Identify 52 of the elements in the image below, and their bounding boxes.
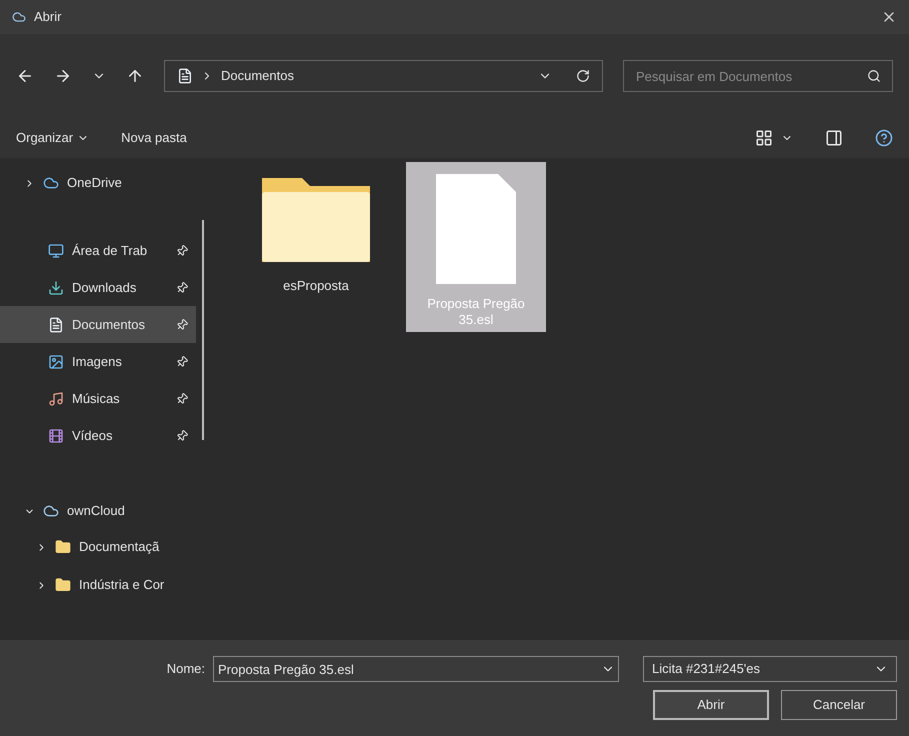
cloud-icon: [43, 503, 59, 519]
sidebar-item[interactable]: Documentaçã: [79, 537, 160, 557]
file-type-dropdown[interactable]: Licita #231#245'es: [643, 656, 897, 682]
dialog-button[interactable]: Abrir: [653, 690, 769, 720]
sidebar-item[interactable]: ownCloud: [67, 501, 125, 521]
film-icon: [48, 428, 64, 444]
view-icon[interactable]: [755, 129, 773, 147]
organize-menu[interactable]: Organizar: [16, 128, 90, 148]
file-name: esProposta: [282, 278, 350, 294]
dialog-button[interactable]: Cancelar: [781, 690, 897, 720]
monitor-icon: [48, 242, 64, 258]
sidebar-item[interactable]: Documentos: [0, 306, 196, 343]
sidebar-item[interactable]: Imagens: [0, 343, 196, 380]
sidebar-item[interactable]: Indústria e Cor: [79, 575, 164, 595]
sidebar-item[interactable]: Vídeos: [0, 417, 196, 454]
document-icon: [48, 316, 64, 332]
preview-pane-icon[interactable]: [825, 129, 843, 147]
sidebar-item[interactable]: Músicas: [0, 380, 196, 417]
new-folder-button[interactable]: Nova pasta: [121, 128, 187, 148]
sidebar-item-label: Downloads: [72, 278, 138, 297]
back-icon[interactable]: [16, 67, 34, 85]
document-icon: [177, 68, 193, 84]
folder-icon: [55, 539, 71, 555]
app-icon: [12, 10, 26, 24]
folder-icon: [55, 577, 71, 593]
cloud-icon: [43, 175, 59, 191]
address-bar[interactable]: Documentos: [164, 60, 603, 92]
window-title: Abrir: [34, 8, 62, 26]
refresh-icon[interactable]: [576, 69, 590, 83]
sidebar-item[interactable]: Área de Trab: [0, 232, 196, 269]
download-icon: [48, 280, 64, 296]
music-icon: [48, 390, 64, 406]
help-icon[interactable]: [875, 129, 893, 147]
sidebar-item-label: Área de Trab: [72, 242, 148, 260]
search-icon[interactable]: [867, 69, 881, 83]
document-icon: [436, 174, 516, 284]
picture-icon: [48, 354, 64, 370]
forward-icon[interactable]: [54, 67, 72, 85]
file-item[interactable]: esProposta: [246, 162, 386, 332]
search-field[interactable]: Pesquisar em Documentos: [623, 60, 893, 92]
address-path[interactable]: Documentos: [221, 66, 530, 86]
up-icon[interactable]: [126, 67, 144, 85]
file-name: Proposta Pregão 35.esl: [426, 296, 526, 328]
sidebar-item[interactable]: OneDrive: [67, 173, 122, 193]
sidebar-item-label: Vídeos: [72, 426, 114, 445]
sidebar-item[interactable]: Downloads: [0, 269, 196, 306]
sidebar-item-label: Documentos: [72, 316, 146, 334]
sidebar-item-label: Imagens: [72, 352, 123, 371]
file-name-field[interactable]: Proposta Pregão 35.esl: [213, 656, 619, 682]
sidebar-item-label: Músicas: [72, 390, 121, 408]
scrollbar[interactable]: [202, 220, 204, 440]
name-label: Nome:: [166, 660, 205, 678]
